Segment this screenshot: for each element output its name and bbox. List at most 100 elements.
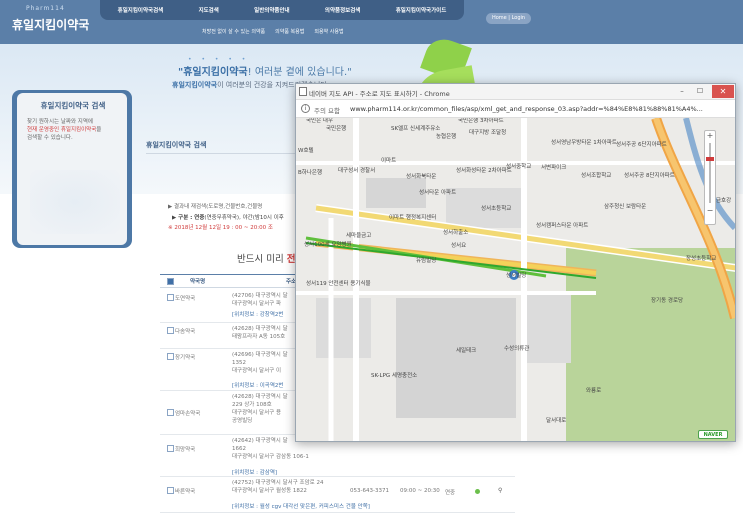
address-line: 1662 bbox=[232, 446, 246, 452]
info-category: ▶ 구분 : 연중(연중무휴약국), 야간(밤10시 이후 bbox=[172, 213, 284, 221]
map-label: 달서대로 bbox=[546, 418, 567, 424]
sidebar-description: 찾기 원하시는 날짜와 지역에 현재 운영중인 휴일지킴이약국을 검색할 수 있… bbox=[27, 118, 122, 142]
zoom-slider-handle[interactable] bbox=[706, 157, 714, 161]
location-info: [위치정보 : 강창역2번 bbox=[232, 312, 284, 318]
map-label: 삼주청신 보람타운 bbox=[604, 204, 647, 210]
select-all-checkbox[interactable] bbox=[167, 277, 174, 285]
map-label: 이마트 bbox=[381, 158, 397, 164]
map-label: 이마트 행정복지센터 bbox=[389, 215, 437, 221]
map-label: 성서캠퍼스타운 아파트 bbox=[536, 223, 589, 229]
map-label: SK엘프 신세계주유소 bbox=[391, 126, 441, 132]
section-title: 휴일지킴이약국 검색 bbox=[146, 141, 207, 149]
pharmacy-name[interactable]: 바른약국 bbox=[175, 487, 195, 495]
row-checkbox[interactable] bbox=[167, 487, 174, 494]
pharmacy-name[interactable]: 희망약국 bbox=[175, 445, 195, 453]
info-category-bold: ▶ 구분 : 연중 bbox=[172, 215, 205, 221]
main-nav: 휴일지킴이약국검색 지도검색 일반의약품안내 의약품정보검색 휴일지킴이약국가이… bbox=[100, 0, 464, 20]
row-checkbox[interactable] bbox=[167, 294, 174, 301]
info-category-rest: (연중무휴약국), 야간(밤10시 이후 bbox=[204, 215, 284, 221]
maximize-icon[interactable]: ☐ bbox=[694, 86, 706, 97]
nav-search[interactable]: 휴일지킴이약국검색 bbox=[118, 6, 164, 14]
map-label: 성서요 bbox=[451, 243, 467, 249]
map-label: 성서주공 8단지아파트 bbox=[624, 173, 675, 179]
close-icon[interactable]: ✕ bbox=[712, 85, 734, 98]
address-line: 대구광역시 달서구 감삼동 106-1 bbox=[232, 454, 309, 460]
pharmacy-name[interactable]: 장기약국 bbox=[175, 353, 195, 361]
naver-logo: NAVER bbox=[698, 430, 728, 439]
page-icon bbox=[299, 87, 307, 96]
subnav-external[interactable]: 외용약 사용법 bbox=[314, 28, 343, 35]
map-label: 장성초등학교 bbox=[686, 256, 717, 262]
map-label: 성서빌딩 bbox=[506, 273, 527, 279]
location-info: [위치정보 : 월성 cgv 대각선 맞은편, 커피스미스 건물 안쪽] bbox=[232, 504, 370, 510]
security-warning[interactable]: 주의 요함 bbox=[314, 105, 340, 115]
sidebar-title: 휴일지킴이약국 검색 bbox=[40, 101, 106, 110]
pharmacy-phone: 053-643-3371 bbox=[350, 488, 389, 494]
open-status-dot bbox=[475, 489, 480, 494]
hero-headline-brand: "휴일지킴이약국 bbox=[178, 67, 248, 78]
zoom-slider-track[interactable] bbox=[706, 143, 714, 203]
home-login-button[interactable]: Home | Login bbox=[486, 13, 531, 24]
subnav-otc[interactable]: 처방전 없이 살 수 있는 의약품 bbox=[202, 28, 265, 35]
sidebar-text-red: 현재 운영중인 휴일지킴이약국 bbox=[27, 127, 97, 133]
map-label: 장기동 경로당 bbox=[651, 298, 684, 304]
info-icon[interactable]: i bbox=[301, 104, 310, 113]
nav-guide[interactable]: 휴일지킴이약국가이드 bbox=[396, 6, 447, 14]
sub-nav: 처방전 없이 살 수 있는 의약품 의약품 복용법 외용약 사용법 bbox=[202, 28, 344, 35]
map-label: 금호강 bbox=[716, 198, 732, 204]
map-label: 성서하출소 bbox=[443, 230, 469, 236]
map-label: 성서화성타운 2차아파트 bbox=[456, 168, 512, 174]
pharmacy-name[interactable]: 도연약국 bbox=[175, 294, 195, 302]
pharmacy-days: 연중 bbox=[445, 490, 456, 496]
pharmacy-hours: 09:00 ~ 20:30 bbox=[400, 488, 440, 494]
map-label: 성서영남우방타운 1차아파트 bbox=[551, 140, 617, 146]
logo-subtitle: Pharm114 bbox=[26, 5, 65, 12]
pharmacy-name[interactable]: 엄마손약국 bbox=[175, 409, 200, 417]
subnav-dosage[interactable]: 의약품 복용법 bbox=[275, 28, 304, 35]
info-research: ▶ 결과내 재검색(도로명,건물번호,건물명 bbox=[168, 204, 263, 210]
zoom-in-icon[interactable]: + bbox=[705, 131, 715, 140]
banner-prefix: 반드시 미리 bbox=[237, 254, 287, 265]
nav-map-search[interactable]: 지도검색 bbox=[199, 6, 219, 14]
row-checkbox[interactable] bbox=[167, 327, 174, 334]
address-line: (42752) 대구광역시 달서구 조암로 24 bbox=[232, 480, 324, 486]
section-divider bbox=[146, 153, 306, 154]
map-label: 세일테크 bbox=[456, 348, 477, 354]
sidebar-text-1: 찾기 원하시는 날짜와 지역에 bbox=[27, 119, 93, 125]
url-text[interactable]: www.pharm114.or.kr/common_files/asp/xml_… bbox=[350, 105, 703, 113]
row-checkbox[interactable] bbox=[167, 353, 174, 360]
map-search-icon[interactable]: ⚲ bbox=[498, 487, 502, 494]
map-label: 대구성서 경찰서 bbox=[338, 168, 376, 174]
window-titlebar[interactable]: 네이버 지도 API - 주소로 지도 표시하기 - Chrome – ☐ ✕ bbox=[296, 84, 735, 100]
map-label: 세마을금고 bbox=[346, 233, 372, 239]
sidebar-text-2-rest: 을 bbox=[96, 127, 102, 133]
region-map[interactable] bbox=[30, 170, 120, 234]
hero-subline-brand: 휴일지킴이약국 bbox=[172, 81, 218, 89]
map-label: W호텔 bbox=[298, 148, 314, 154]
row-checkbox[interactable] bbox=[167, 409, 174, 416]
location-info: [위치정보 : 감삼역] bbox=[232, 470, 278, 476]
row-checkbox[interactable] bbox=[167, 445, 174, 452]
map-label: 성서화북타운 bbox=[406, 174, 437, 180]
nav-otc-guide[interactable]: 일반의약품안내 bbox=[254, 6, 289, 14]
map-label: 서변파이크 bbox=[541, 165, 567, 171]
zoom-control[interactable]: + − bbox=[704, 130, 716, 225]
map-label: 성서조합학교 bbox=[581, 173, 612, 179]
nav-drug-info[interactable]: 의약품정보검색 bbox=[325, 6, 360, 14]
map-label: 성서중학교 bbox=[506, 164, 532, 170]
map-label: 국민은행 bbox=[326, 126, 347, 132]
table-row: 바른약국 (42752) 대구광역시 달서구 조암로 24 대구광역시 달서구 월… bbox=[160, 477, 515, 513]
naver-map[interactable]: 국민은행 SK엘프 신세계주유소 농협은행 대구지방 조달청 국민은행 3차아파… bbox=[296, 118, 735, 441]
map-label: 성서주공 6단지아파트 bbox=[616, 142, 667, 148]
map-label: 와룡로 bbox=[586, 388, 602, 394]
map-label: 대구지방 조달청 bbox=[469, 130, 507, 136]
pharmacy-name[interactable]: 다솜약국 bbox=[175, 327, 195, 335]
map-label: 국민은 대우 bbox=[306, 118, 334, 124]
site-logo[interactable]: 휴일지킴이약국 bbox=[12, 16, 89, 33]
hero-dots: • • • • • bbox=[188, 56, 250, 63]
minimize-icon[interactable]: – bbox=[676, 86, 688, 97]
address-bar: i 주의 요함 www.pharm114.or.kr/common_files/… bbox=[296, 100, 735, 118]
map-label: SK-LPG 세명충전소 bbox=[371, 373, 418, 379]
map-label: 성서타운 아파트 bbox=[419, 190, 457, 196]
zoom-out-icon[interactable]: − bbox=[705, 206, 715, 215]
